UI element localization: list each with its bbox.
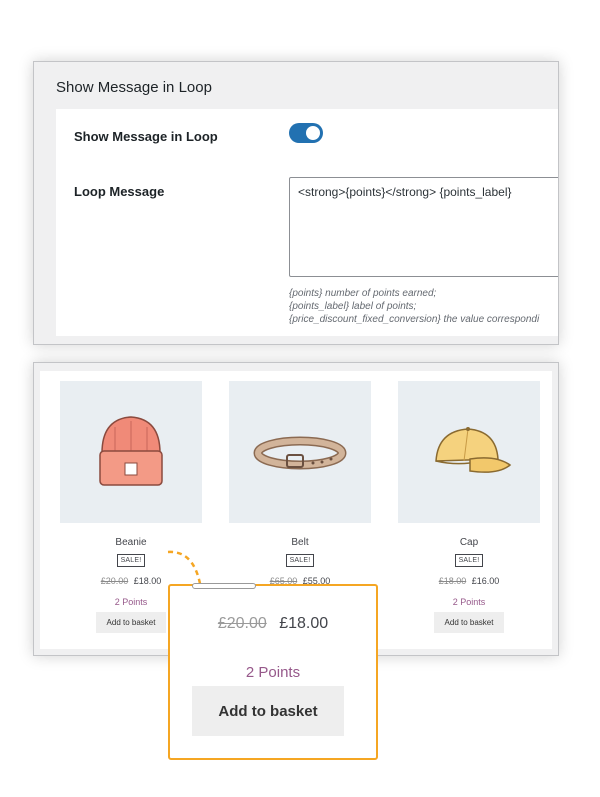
belt-icon	[253, 436, 347, 470]
product-image-cap[interactable]	[398, 381, 540, 523]
cap-icon	[435, 427, 512, 473]
callout-notch	[192, 583, 256, 589]
zoom-price: £20.00 £18.00	[170, 615, 376, 633]
zoom-old-price: £20.00	[217, 615, 267, 632]
product-name[interactable]: Cap	[398, 537, 540, 548]
old-price: £18.00	[438, 576, 467, 586]
settings-panel: Show Message in Loop Show Message in Loo…	[33, 61, 559, 345]
product-card-belt: Belt SALE! £65.00 £55.00	[229, 381, 371, 586]
points-message: 2 Points	[452, 597, 486, 607]
add-to-basket-button[interactable]: Add to basket	[433, 612, 505, 633]
help-line: {price_discount_fixed_conversion} the va…	[289, 314, 540, 325]
product-card-cap: Cap SALE! £18.00 £16.00 2 Points Add to …	[398, 381, 540, 633]
beanie-icon	[99, 416, 163, 486]
loop-message-textarea[interactable]: <strong>{points}</strong> {points_label}	[289, 177, 558, 277]
help-line: {points} number of points earned;	[289, 288, 437, 299]
help-text: {points} number of points earned; {point…	[289, 287, 539, 326]
panel-title: Show Message in Loop	[56, 79, 212, 96]
zoom-sale-price: £18.00	[279, 615, 329, 632]
old-price: £20.00	[100, 576, 129, 586]
sale-badge: SALE!	[454, 554, 484, 567]
product-image-beanie[interactable]	[60, 381, 202, 523]
zoom-points-message: 2 Points	[245, 664, 301, 681]
product-name[interactable]: Belt	[229, 537, 371, 548]
product-price: £18.00 £16.00	[398, 576, 540, 586]
sale-badge: SALE!	[285, 554, 315, 567]
loop-message-label: Loop Message	[74, 184, 165, 199]
help-line: {points_label} label of points;	[289, 301, 417, 312]
show-message-toggle[interactable]	[289, 123, 323, 143]
sale-badge: SALE!	[116, 554, 146, 567]
settings-form: Show Message in Loop Loop Message <stron…	[56, 109, 558, 336]
product-image-belt[interactable]	[229, 381, 371, 523]
zoom-add-to-basket-button[interactable]: Add to basket	[192, 686, 344, 736]
show-message-label: Show Message in Loop	[74, 129, 218, 144]
zoom-callout: £20.00 £18.00 2 Points Add to basket	[168, 583, 378, 760]
sale-price: £16.00	[471, 576, 500, 586]
toggle-knob	[306, 126, 320, 140]
